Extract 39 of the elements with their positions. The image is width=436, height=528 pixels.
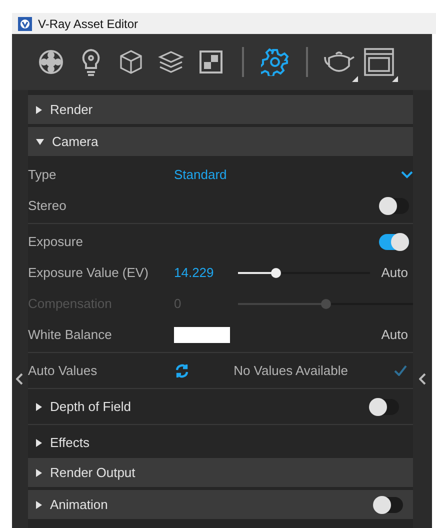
layers-icon[interactable] <box>158 50 184 74</box>
checker-icon[interactable] <box>199 50 223 74</box>
section-header[interactable]: Camera <box>28 127 413 156</box>
field-label: Exposure Value (EV) <box>28 265 150 280</box>
color-swatch[interactable] <box>174 326 230 342</box>
subsection-header[interactable]: Effects <box>28 427 413 458</box>
cube-icon[interactable] <box>119 49 143 75</box>
subsection-header[interactable]: Depth of Field <box>28 391 413 422</box>
auto-label[interactable]: Auto <box>381 327 408 342</box>
gear-icon[interactable] <box>261 48 289 76</box>
light-bulb-icon[interactable] <box>80 48 102 76</box>
field-label: White Balance <box>28 327 113 342</box>
window-icon[interactable] <box>364 48 394 76</box>
status-text: No Values Available <box>234 363 348 378</box>
chevron-down-icon[interactable] <box>401 170 413 178</box>
value-field[interactable]: 14.229 <box>174 265 238 280</box>
slider-thumb[interactable] <box>271 268 282 278</box>
field-label: Stereo <box>28 198 68 213</box>
section-header[interactable]: Render Output <box>28 458 413 487</box>
sphere-icon[interactable] <box>38 49 64 75</box>
menu-corner-icon[interactable] <box>392 76 398 82</box>
refresh-icon[interactable] <box>174 362 190 378</box>
toggle-switch[interactable] <box>379 198 409 214</box>
toggle-switch[interactable] <box>369 398 399 414</box>
menu-corner-icon[interactable] <box>352 76 358 82</box>
toggle-switch[interactable] <box>379 234 409 250</box>
dropdown-value[interactable]: Standard <box>174 167 238 182</box>
window-title: V-Ray Asset Editor <box>38 16 138 30</box>
field-label: Type <box>28 167 58 182</box>
collapse-right-icon[interactable] <box>418 373 426 385</box>
section-header[interactable]: Render <box>28 95 413 124</box>
app-logo-icon <box>18 16 32 30</box>
field-label: Auto Values <box>28 363 98 378</box>
section-header[interactable]: Animation <box>28 490 413 519</box>
toggle-switch[interactable] <box>373 496 403 512</box>
field-label: Exposure <box>28 234 84 249</box>
collapse-left-icon[interactable] <box>16 373 24 385</box>
checkmark-icon[interactable] <box>394 365 407 376</box>
auto-label[interactable]: Auto <box>381 265 408 280</box>
